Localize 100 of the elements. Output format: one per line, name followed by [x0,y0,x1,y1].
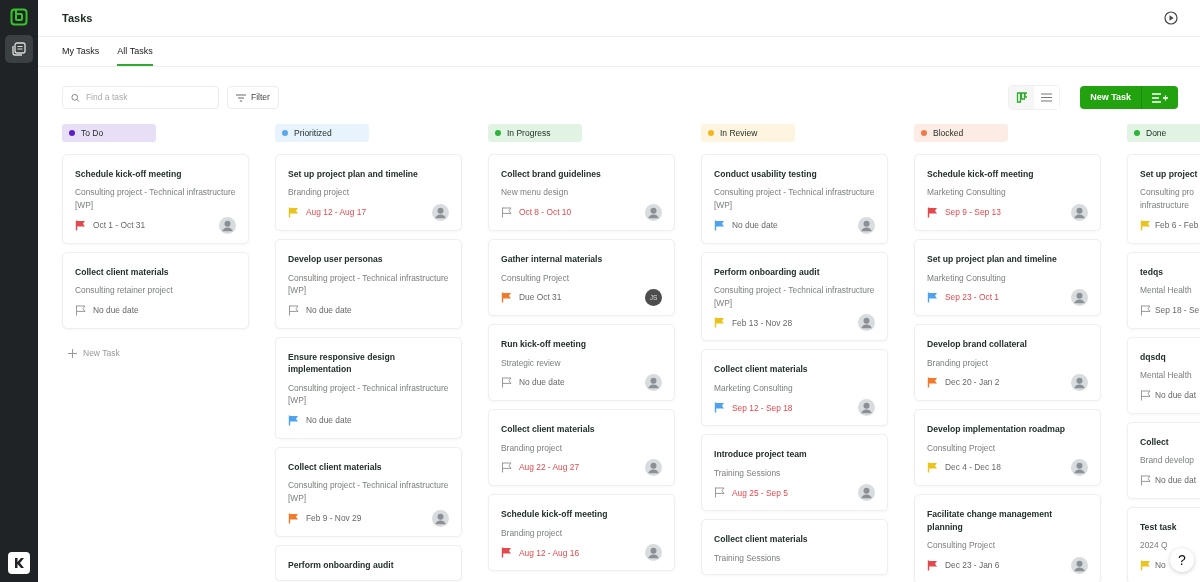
task-card[interactable]: Develop user personas Consulting project - Technical infrastructure [WP] No due date [275,239,462,329]
task-title: Collect client materials [714,363,809,376]
flag-icon[interactable] [927,559,938,571]
board-view-button[interactable] [1009,86,1035,109]
task-card[interactable]: Perform onboarding audit Consulting project - Technical infrastructure [WP] Feb 13 - Nov 28 [701,251,888,342]
due-date: Aug 12 - Aug 16 [519,546,580,560]
flag-icon[interactable] [288,414,299,426]
due-date: Sep 12 - Sep 18 [732,401,793,415]
app-logo-icon[interactable] [8,552,30,574]
flag-icon[interactable] [501,547,512,559]
task-card[interactable]: Collect brand guidelines New menu design Oct 8 - Oct 10 [488,154,675,232]
task-card[interactable]: tedqs Mental Health Sep 18 - Se [1127,251,1200,329]
task-card[interactable]: Ensure responsive design implementation Consulting project - Technical infrastructure [WP] No due date [275,336,462,439]
search-field[interactable]: Find a task [62,86,219,109]
tab[interactable]: My Tasks [62,37,100,66]
flag-icon[interactable] [927,207,938,219]
flag-outline-icon[interactable] [501,377,512,389]
filter-button[interactable]: Filter [227,86,279,109]
due-date: Aug 25 - Sep 5 [732,486,788,500]
task-title: Develop brand collateral [927,338,1028,351]
due-date: Dec 20 - Jan 2 [945,376,1000,389]
project-name: Consulting project - Technical infrastructure [WP] [75,186,236,212]
due-date: Aug 12 - Aug 17 [306,206,367,219]
due-date: Oct 1 - Oct 31 [93,218,146,232]
project-name: Consulting Project [927,539,996,552]
task-card[interactable]: Conduct usability testing Consulting project - Technical infrastructure [WP] No due date [701,154,888,244]
task-title: Develop user personas [288,253,384,266]
task-title: Schedule kick-off meeting [501,508,609,521]
project-name: Marketing Consulting [927,271,1007,285]
due-date: No [1155,559,1166,572]
add-list-icon [1152,92,1168,103]
task-card[interactable]: Develop implementation roadmap Consulting Project Dec 4 - Dec 18 [914,409,1101,487]
task-title: Gather internal materials [501,253,604,266]
task-card[interactable]: Set up project plan and timeline Marketing Consulting Sep 23 - Oct 1 [914,239,1101,317]
task-card[interactable]: dqsdq Mental Health No due dat [1127,336,1200,414]
task-card[interactable]: Run kick-off meeting Strategic review No due date [488,324,675,402]
due-date: Feb 6 - Feb [1155,218,1199,232]
column-title: Blocked [933,126,964,140]
flag-icon[interactable] [75,219,86,231]
flag-outline-icon[interactable] [501,207,512,219]
task-title: Collect client materials [714,533,809,546]
task-card[interactable]: Perform onboarding audit [275,544,462,581]
flag-outline-icon[interactable] [1140,474,1151,486]
play-icon[interactable] [1164,11,1178,25]
flag-icon[interactable] [927,462,938,474]
flag-outline-icon[interactable] [75,304,86,316]
task-card[interactable]: Collect client materials Consulting project - Technical infrastructure [WP] Feb 9 - Nov 29 [275,446,462,537]
flag-icon[interactable] [927,292,938,304]
task-card[interactable]: Introduce project team Training Sessions Aug 25 - Sep 5 [701,434,888,512]
task-card[interactable]: Collect client materials Marketing Consulting Sep 12 - Sep 18 [701,349,888,427]
due-date: Feb 13 - Nov 28 [732,316,793,330]
task-card[interactable]: Facilitate change management planning Consulting Project Dec 23 - Jan 6 [914,494,1101,582]
search-icon [71,92,80,103]
task-card[interactable]: Collect Brand develop No due dat [1127,421,1200,499]
flag-icon[interactable] [714,402,725,414]
task-card[interactable]: Collect client materials Consulting retainer project No due date [62,251,249,329]
task-card[interactable]: Schedule kick-off meeting Branding project Aug 12 - Aug 16 [488,494,675,572]
due-date: Sep 9 - Sep 13 [945,206,1001,219]
due-date: Aug 22 - Aug 27 [519,461,580,475]
project-name: Consulting retainer project [75,284,174,297]
flag-outline-icon[interactable] [288,304,299,316]
task-card[interactable]: Develop brand collateral Branding project Dec 20 - Jan 2 [914,324,1101,402]
task-card[interactable]: Collect client materials Branding project Aug 22 - Aug 27 [488,409,675,487]
column-title: To Do [81,126,104,140]
flag-outline-icon[interactable] [714,487,725,499]
flag-icon[interactable] [288,207,299,219]
project-name: Training Sessions [714,551,782,565]
filter-icon [236,93,246,102]
due-date: Feb 9 - Nov 29 [306,511,362,525]
task-card[interactable]: Set up project plan and timeline Branding project Aug 12 - Aug 17 [275,154,462,232]
due-date: Sep 18 - Se [1155,303,1200,317]
page-title: Tasks [62,10,93,26]
project-name: Branding project [288,186,350,200]
tasks-nav-button[interactable] [5,35,33,63]
flag-outline-icon[interactable] [1140,304,1151,316]
flag-icon[interactable] [1140,219,1151,231]
project-name: Consulting pro infrastructure [1140,186,1195,212]
due-date: Oct 8 - Oct 10 [519,206,572,219]
tab[interactable]: All Tasks [117,37,153,66]
task-title: Set up project plan and timeline [927,253,1058,266]
task-title: Develop implementation roadmap [927,423,1066,436]
task-card[interactable]: Collect client materials Training Sessions [701,519,888,575]
flag-icon[interactable] [714,219,725,231]
flag-icon[interactable] [927,377,938,389]
logo-icon[interactable] [10,8,28,26]
task-card[interactable]: Schedule kick-off meeting Consulting project - Technical infrastructure [WP] Oct 1 - Oct 31 [62,154,249,244]
task-card[interactable]: Schedule kick-off meeting Marketing Consulting Sep 9 - Sep 13 [914,154,1101,232]
task-title: Set up project plan and timeline [288,168,419,181]
flag-outline-icon[interactable] [501,462,512,474]
flag-icon[interactable] [501,292,512,304]
flag-icon[interactable] [714,317,725,329]
flag-icon[interactable] [1140,559,1151,571]
task-title: Collect client materials [501,423,596,436]
task-title: Perform onboarding audit [288,558,395,571]
flag-icon[interactable] [288,512,299,524]
list-icon [1041,93,1053,102]
task-card[interactable]: Set up project Consulting pro infrastructure Feb 6 - Feb [1127,154,1200,244]
flag-outline-icon[interactable] [1140,389,1151,401]
project-name: 2024 Q [1140,539,1168,552]
project-name: Marketing Consulting [927,186,1007,200]
